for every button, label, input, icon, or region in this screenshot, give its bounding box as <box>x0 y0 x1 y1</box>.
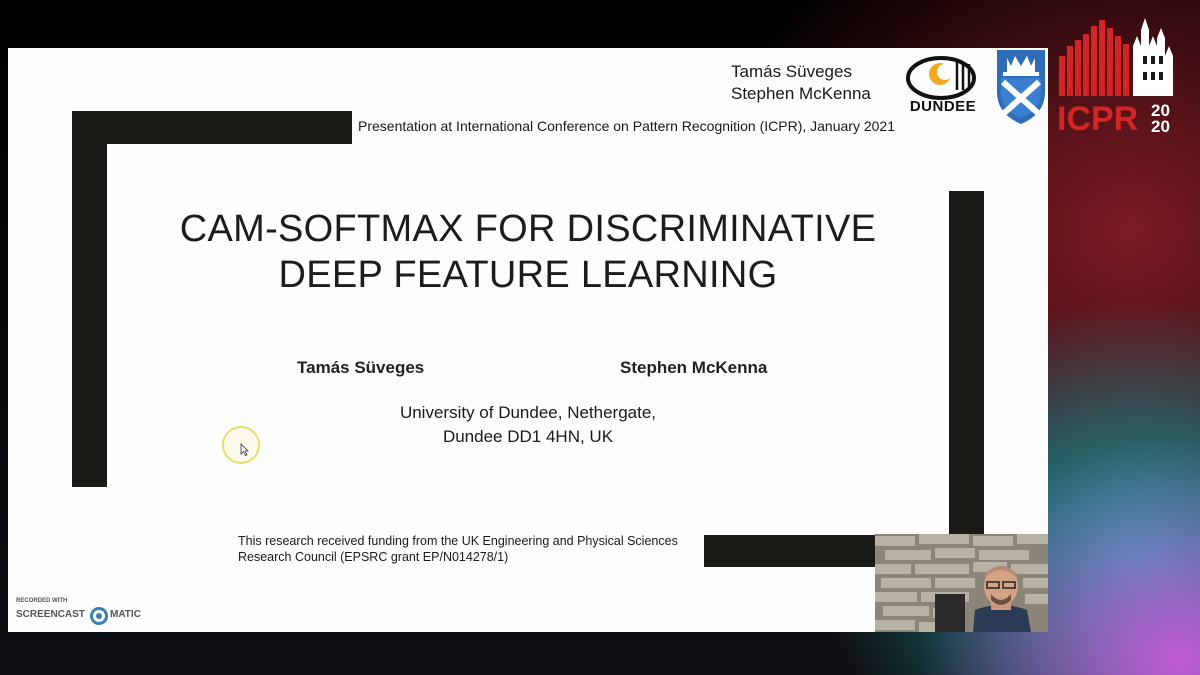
icpr-year-bottom: 20 <box>1151 117 1170 136</box>
dundee-logo: DUNDEE <box>903 54 983 116</box>
slide-title: CAM-SOFTMAX FOR DISCRIMINATIVE DEEP FEAT… <box>128 206 928 298</box>
icpr-text: ICPR <box>1057 100 1138 136</box>
icpr-2020-logo: ICPR 20 20 <box>1057 18 1173 136</box>
slide-title-line-2: DEEP FEATURE LEARNING <box>278 254 778 296</box>
slide-title-line-1: CAM-SOFTMAX FOR DISCRIMINATIVE <box>179 208 877 250</box>
watermark-small-text: RECORDED WITH <box>16 598 68 604</box>
affiliation-line-1: University of Dundee, Nethergate, <box>399 403 657 422</box>
watermark-brand-right: MATIC <box>110 609 141 620</box>
header-author-1: Tamás Süveges <box>731 62 852 81</box>
dundee-eye-icon <box>906 56 976 100</box>
screencast-o-matic-watermark: RECORDED WITH SCREENCAST MATIC <box>16 598 146 630</box>
presenter-webcam-video <box>875 534 1048 632</box>
affiliation: University of Dundee, Nethergate, Dundee… <box>328 401 728 449</box>
mouse-cursor-icon <box>240 443 249 456</box>
affiliation-line-2: Dundee DD1 4HN, UK <box>442 427 614 446</box>
funding-line-1: This research received funding from the … <box>238 534 678 548</box>
funding-note: This research received funding from the … <box>238 533 718 565</box>
university-crest-icon <box>997 50 1045 124</box>
funding-line-2: Research Council (EPSRC grant EP/N014278… <box>238 550 509 564</box>
header-author-2: Stephen McKenna <box>731 84 871 103</box>
frame-bar-right <box>949 191 984 535</box>
header-authors: Tamás Süveges Stephen McKenna <box>731 61 891 105</box>
screencast-logo-icon <box>90 607 108 625</box>
dundee-logo-text: DUNDEE <box>909 98 977 115</box>
author-2: Stephen McKenna <box>620 358 768 377</box>
frame-bar-left <box>72 111 107 487</box>
watermark-brand-left: SCREENCAST <box>16 609 85 620</box>
conference-subtitle: Presentation at International Conference… <box>358 118 895 134</box>
author-1: Tamás Süveges <box>297 358 425 377</box>
frame-bar-top-left <box>72 111 352 144</box>
